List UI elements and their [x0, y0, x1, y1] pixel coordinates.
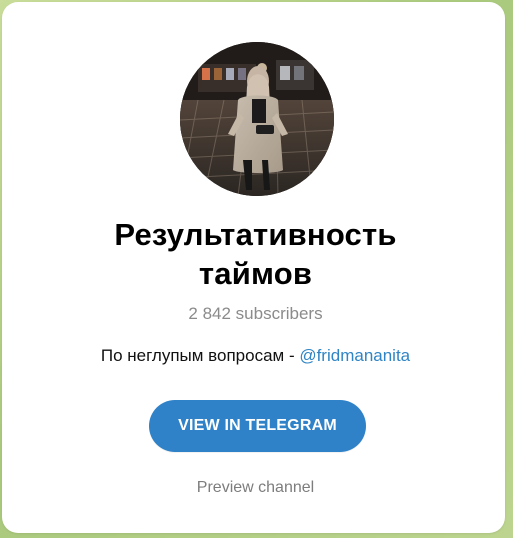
channel-title: Результативность таймов: [2, 215, 509, 293]
channel-avatar: [180, 42, 334, 196]
description-text: По неглупым вопросам -: [100, 346, 300, 365]
subscriber-count: 2 842 subscribers: [188, 304, 323, 323]
avatar-photo-icon: [180, 42, 334, 196]
channel-card: Результативность таймов 2 842 subscriber…: [2, 2, 505, 533]
channel-description: По неглупым вопросам - @fridmananita: [2, 345, 509, 367]
channel-title-line-2: таймов: [198, 256, 313, 291]
view-in-telegram-button[interactable]: VIEW IN TELEGRAM: [149, 400, 366, 452]
preview-channel-link[interactable]: Preview channel: [2, 478, 509, 498]
channel-title-line-1: Результативность: [114, 217, 397, 252]
description-username-link[interactable]: @fridmananita: [299, 346, 410, 365]
